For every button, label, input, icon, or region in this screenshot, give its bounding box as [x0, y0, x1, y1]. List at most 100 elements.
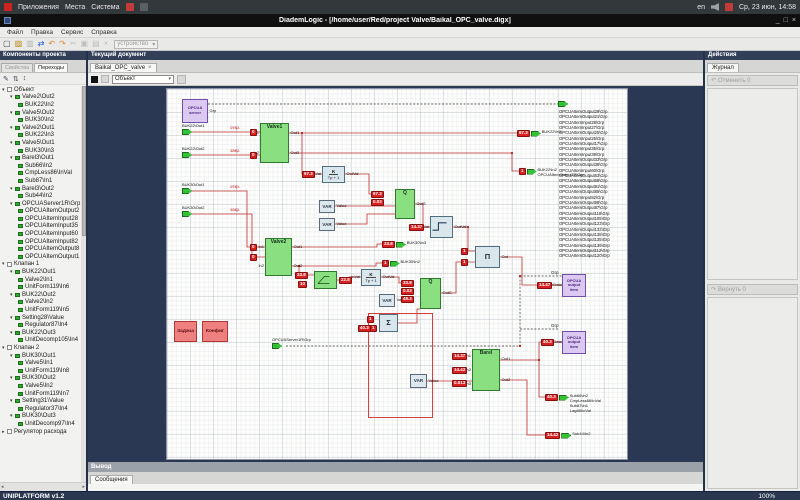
dest-tag[interactable]: 14.42Sub44\In2	[545, 432, 591, 439]
scroll-left-icon[interactable]: ◂	[1, 484, 4, 490]
grid-toggle-icon[interactable]	[101, 75, 109, 83]
menu-system[interactable]: Система	[91, 4, 119, 11]
tree-item[interactable]: BUK30\In2	[0, 116, 86, 124]
tree-item[interactable]: ▾OPCUAServer1R\Grp	[0, 200, 86, 208]
tree-item[interactable]: OPCUAItemOutput1	[0, 253, 86, 261]
tree-item[interactable]: ▾BUK30\Out1	[0, 352, 86, 360]
tree-item[interactable]: Valve5\In1	[0, 359, 86, 367]
sync-icon[interactable]: ⇄	[38, 39, 45, 49]
menu-item[interactable]: Файл	[3, 29, 27, 36]
block-valve1[interactable]: Valve1	[260, 123, 289, 163]
tab-journal[interactable]: Журнал	[707, 63, 739, 72]
tree-item[interactable]: OPCUAItemOutput8	[0, 245, 86, 253]
minimize-button[interactable]: _	[776, 17, 780, 24]
redo-history-list[interactable]	[707, 297, 798, 489]
tree-item[interactable]: ▾BUK22\Out2	[0, 291, 86, 299]
tree-item[interactable]: ▾Barel3\Out2	[0, 185, 86, 193]
tree-item[interactable]: ▾Barel3\Out1	[0, 154, 86, 162]
launcher-icon-1[interactable]	[126, 3, 134, 11]
checkbox[interactable]	[7, 429, 12, 434]
block-q2[interactable]: Q	[420, 278, 441, 309]
block-q1[interactable]: Q	[395, 189, 415, 219]
tree-item[interactable]: ▾Valve2\Out1	[0, 124, 86, 132]
object-selector[interactable]: Объект ▾	[112, 75, 174, 84]
tree-item[interactable]: ▾Клапан 2	[0, 344, 86, 352]
tree-item[interactable]: ▾Клапан 1	[0, 261, 86, 269]
stop-icon[interactable]	[91, 76, 98, 83]
tree-item[interactable]: ▾Valve2\Out2	[0, 94, 86, 102]
block-var4[interactable]: VAR	[410, 374, 427, 388]
tab-messages[interactable]: Сообщения	[90, 475, 133, 484]
view-options-button[interactable]	[177, 75, 186, 84]
block-var2[interactable]: VAR	[319, 218, 335, 231]
maximize-button[interactable]: □	[784, 17, 788, 24]
menu-item[interactable]: Правка	[27, 29, 57, 36]
tree-item[interactable]: OPCUAItemInput28	[0, 215, 86, 223]
block-task[interactable]: Задача	[174, 321, 197, 342]
dest-tag[interactable]: 1BUK30\In2	[382, 260, 420, 267]
tree-item[interactable]: ▾Setting31\Value	[0, 397, 86, 405]
tree-item[interactable]: ▾BUK22\Out1	[0, 268, 86, 276]
volume-icon[interactable]	[711, 3, 719, 11]
tab-properties[interactable]: Свойства	[1, 63, 33, 72]
delete-icon[interactable]: ×	[104, 39, 109, 49]
notification-icon[interactable]	[725, 3, 733, 11]
schematic-page[interactable]: OPCUAItemOutput29\GrpOPCUAItemOutput21\G…	[166, 88, 628, 460]
undo-button[interactable]: ↶ Отменить 0	[707, 75, 798, 86]
checkbox[interactable]	[7, 262, 12, 267]
menu-item[interactable]: Сервис	[57, 29, 87, 36]
dest-tag[interactable]: 40.3Sub66\In2CmpLess86\InValSub87\In1Lag…	[545, 394, 601, 414]
tree-item[interactable]: UnitDecomp97\In4	[0, 420, 86, 428]
block-var1[interactable]: VAR	[319, 200, 335, 213]
open-folder-icon[interactable]: ▨	[15, 39, 23, 49]
tree-item[interactable]: OPCUAItemOutput2	[0, 208, 86, 216]
redo-button[interactable]: ↷ Вернуть 0	[707, 284, 798, 295]
paste-icon[interactable]: ▤	[92, 39, 100, 49]
tree-item[interactable]: OPCUAItemInput82	[0, 238, 86, 246]
tree-item[interactable]: Regulator37\In4	[0, 405, 86, 413]
menu-applications[interactable]: Приложения	[18, 4, 59, 11]
tree-item[interactable]: BUK22\In3	[0, 132, 86, 140]
block-sum1[interactable]: Σ	[379, 314, 398, 332]
save-icon[interactable]: ▥	[26, 39, 34, 49]
tab-transitions[interactable]: Переходы	[34, 63, 68, 72]
tree-item[interactable]: UnitDecomp105\In4	[0, 337, 86, 345]
block-valve2[interactable]: Valve2	[265, 238, 292, 276]
clock[interactable]: Ср, 23 июн, 14:58	[739, 4, 796, 11]
tree-item[interactable]: Valve5\In2	[0, 382, 86, 390]
checkbox[interactable]	[7, 87, 12, 92]
tree-item[interactable]: Regulator87\In4	[0, 321, 86, 329]
copy-icon[interactable]: ▣	[81, 39, 89, 49]
block-opcua-out-2[interactable]: OPCUAoutputitem	[562, 331, 586, 354]
block-opcua-out-1[interactable]: OPCUAoutputitem	[562, 274, 586, 297]
edit-icon[interactable]: ✎	[3, 75, 9, 83]
expand-all-icon[interactable]: ⇅	[13, 75, 19, 83]
tree-item[interactable]: ▾BUK30\Out3	[0, 413, 86, 421]
dest-tag[interactable]: 67.3BUK22\In3	[517, 130, 561, 137]
distro-logo-icon[interactable]	[4, 3, 12, 11]
device-combo[interactable]: устройство ▾	[114, 40, 158, 49]
block-opcua-server[interactable]: OPCUAserver	[182, 99, 208, 123]
schematic-canvas[interactable]: OPCUAItemOutput29\GrpOPCUAItemOutput21\G…	[88, 86, 703, 462]
tree-item[interactable]: Sub87\In1	[0, 177, 86, 185]
tree-item[interactable]: ▾Valve5\Out2	[0, 109, 86, 117]
menu-item[interactable]: Справка	[87, 29, 121, 36]
tree-item[interactable]: ▾Valve5\Out1	[0, 139, 86, 147]
tree-item[interactable]: UnitForm119\In6	[0, 283, 86, 291]
tree-item[interactable]: UnitForm119\In5	[0, 306, 86, 314]
launcher-icon-2[interactable]	[140, 3, 148, 11]
tree-item[interactable]: Valve2\In2	[0, 299, 86, 307]
block-config[interactable]: Конфиг	[202, 321, 228, 342]
block-tf1[interactable]: KTp + 1	[322, 166, 345, 183]
scroll-right-icon[interactable]: ▸	[82, 484, 85, 490]
document-tab[interactable]: Baikal_OPC_valve ×	[90, 63, 157, 72]
tree-item[interactable]: ▾BUK22\Out3	[0, 329, 86, 337]
tree-item[interactable]: ▾Объект	[0, 86, 86, 94]
tree-item[interactable]: UnitForm119\In8	[0, 367, 86, 375]
block-tf2[interactable]: KTp + 1	[361, 269, 381, 286]
cut-icon[interactable]: ✂	[70, 39, 77, 49]
dest-tag[interactable]: 33.8BUK30\In3	[382, 241, 426, 248]
tree-item[interactable]: ▸Регулятор расхода	[0, 428, 86, 436]
collapse-all-icon[interactable]: ↕	[23, 75, 27, 82]
tree-vertical-scrollbar[interactable]	[81, 86, 86, 482]
